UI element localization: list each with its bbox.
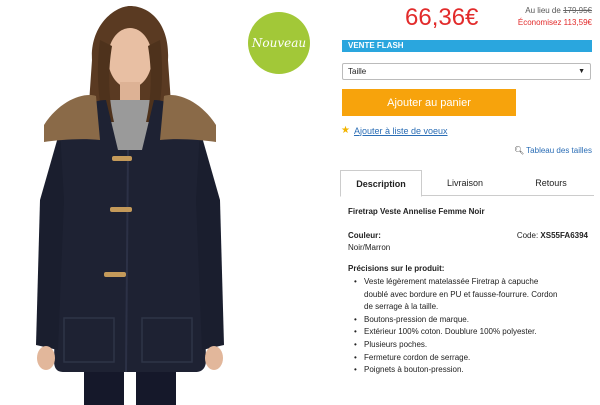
- product-code: Code: XS55FA6394: [517, 231, 588, 240]
- add-to-cart-button[interactable]: Ajouter au panier: [342, 89, 516, 116]
- caret-down-icon: ▼: [578, 68, 585, 75]
- original-price-value: 179,95€: [563, 6, 592, 15]
- product-tabs: Description Livraison Retours: [340, 170, 594, 197]
- tab-retours[interactable]: Retours: [512, 170, 590, 196]
- tab-livraison[interactable]: Livraison: [428, 170, 502, 196]
- details-heading: Précisions sur le produit:: [348, 264, 445, 273]
- feature-item: Veste légèrement matelassée Firetrap à c…: [354, 276, 590, 289]
- feature-item: Fermeture cordon de serrage.: [354, 352, 590, 365]
- product-title: Firetrap Veste Annelise Femme Noir: [348, 207, 485, 216]
- size-chart-link[interactable]: 🔍︎ Tableau des tailles: [514, 146, 592, 155]
- star-icon: ★: [341, 125, 350, 136]
- feature-item: Plusieurs poches.: [354, 339, 590, 352]
- feature-item: de serrage à la taille.: [364, 302, 439, 312]
- savings-text: Économisez 113,59€: [517, 18, 592, 27]
- current-price: 66,36€: [405, 4, 479, 31]
- flash-sale-banner: VENTE FLASH: [342, 40, 592, 52]
- feature-list: Veste légèrement matelassée Firetrap à c…: [354, 276, 590, 377]
- color-value: Noir/Marron: [348, 243, 391, 252]
- size-chart-label: Tableau des tailles: [526, 146, 592, 155]
- feature-item: Extérieur 100% coton. Doublure 100% poly…: [354, 326, 590, 339]
- size-select[interactable]: Taille ▼: [342, 63, 591, 80]
- tab-description[interactable]: Description: [340, 170, 422, 197]
- feature-item: doublé avec bordure en PU et fausse-four…: [364, 289, 558, 299]
- original-price: Au lieu de 179,95€: [525, 6, 592, 15]
- wishlist-label: Ajouter à liste de voeux: [353, 125, 448, 136]
- feature-item: Boutons-pression de marque.: [354, 314, 590, 327]
- feature-item: Poignets à bouton-pression.: [354, 364, 590, 377]
- product-photo: Nouveau: [0, 0, 330, 405]
- color-label: Couleur:: [348, 231, 381, 240]
- product-code-label: Code:: [516, 231, 539, 240]
- magnifier-icon: 🔍︎: [514, 146, 525, 155]
- product-code-value: XS55FA6394: [540, 231, 588, 240]
- new-badge: Nouveau: [248, 12, 310, 74]
- add-to-wishlist-link[interactable]: ★ Ajouter à liste de voeux: [341, 125, 448, 136]
- size-select-value: Taille: [348, 67, 367, 76]
- new-badge-label: Nouveau: [251, 36, 307, 50]
- original-price-prefix: Au lieu de: [525, 6, 561, 15]
